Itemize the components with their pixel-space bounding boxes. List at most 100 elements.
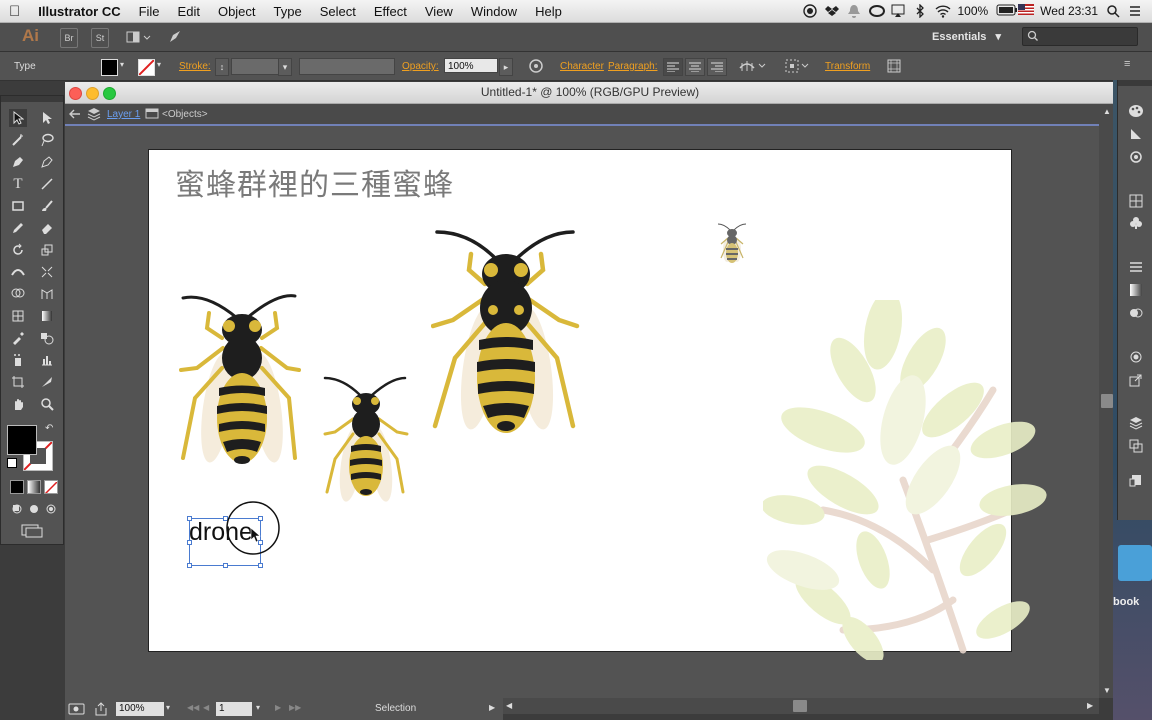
airplay-icon[interactable]	[891, 4, 905, 18]
character-link[interactable]: Character	[560, 61, 604, 72]
creative-cloud-icon[interactable]	[869, 4, 886, 18]
shape-builder-tool[interactable]	[9, 285, 27, 303]
resize-handle[interactable]	[258, 563, 263, 568]
menubar-clock[interactable]: Wed 23:31	[1040, 4, 1098, 18]
worker-bee-illustration[interactable]	[177, 288, 307, 478]
width-tool[interactable]	[9, 263, 27, 281]
first-artboard-button[interactable]: ◀◀	[187, 703, 199, 712]
swatches-panel-button[interactable]	[1127, 192, 1145, 210]
notification-center-icon[interactable]	[1128, 4, 1142, 18]
zoom-dropdown[interactable]: ▾	[166, 703, 170, 712]
lasso-tool[interactable]	[38, 131, 56, 149]
magic-wand-tool[interactable]	[9, 131, 27, 149]
color-panel-button[interactable]	[1127, 102, 1145, 120]
resize-handle[interactable]	[187, 563, 192, 568]
opacity-link[interactable]: Opacity:	[402, 61, 439, 72]
back-arrow-icon[interactable]	[68, 107, 82, 124]
zoom-window-button[interactable]	[103, 87, 116, 100]
transform-reference-button[interactable]	[784, 58, 812, 77]
menu-help[interactable]: Help	[526, 4, 571, 19]
curvature-tool[interactable]	[38, 153, 56, 171]
gradient-tool[interactable]	[38, 307, 56, 325]
gradient-panel-button[interactable]	[1127, 281, 1145, 299]
transform-link[interactable]: Transform	[825, 61, 870, 72]
vertical-scroll-thumb[interactable]	[1101, 394, 1113, 408]
chevron-down-icon[interactable]: ▾	[120, 60, 124, 69]
none-mode-button[interactable]	[44, 480, 58, 494]
stroke-weight-field[interactable]	[231, 58, 279, 75]
artboard[interactable]: 蜜蜂群裡的三種蜜蜂 drone	[148, 149, 1047, 660]
gradient-mode-button[interactable]	[27, 480, 41, 494]
menu-type[interactable]: Type	[265, 4, 311, 19]
stroke-weight-dropdown[interactable]: ▾	[278, 58, 292, 76]
spotlight-search-icon[interactable]	[1106, 4, 1120, 18]
menu-select[interactable]: Select	[311, 4, 365, 19]
apple-icon[interactable]: 	[0, 3, 29, 20]
selection-tool[interactable]	[9, 109, 27, 127]
scroll-down-arrow[interactable]: ▼	[1103, 686, 1111, 695]
us-flag-icon[interactable]	[1018, 4, 1035, 18]
dropbox-icon[interactable]	[825, 4, 840, 18]
stroke-swatch[interactable]	[138, 59, 155, 76]
pen-tool[interactable]	[9, 153, 27, 171]
breadcrumb-layer[interactable]: Layer 1	[107, 109, 140, 120]
links-panel-button[interactable]	[1127, 472, 1145, 490]
battery-icon[interactable]	[996, 4, 1018, 18]
next-artboard-button[interactable]: ▶	[275, 703, 281, 712]
queen-bee-illustration[interactable]	[431, 228, 581, 448]
blend-tool[interactable]	[38, 329, 56, 347]
artboard-title-text[interactable]: 蜜蜂群裡的三種蜜蜂	[175, 160, 454, 204]
paintbrush-tool[interactable]	[38, 197, 56, 215]
tools-panel-grip[interactable]	[1, 96, 63, 102]
menu-window[interactable]: Window	[462, 4, 526, 19]
artboard-number-field[interactable]: 1	[216, 702, 252, 716]
gpu-performance-button[interactable]	[166, 28, 184, 46]
type-tool[interactable]: T	[9, 175, 27, 193]
artboard-dropdown[interactable]: ▾	[256, 703, 260, 712]
wifi-icon[interactable]	[935, 4, 951, 18]
stroke-panel-button[interactable]	[1127, 258, 1145, 276]
dock-app-tile[interactable]	[1118, 545, 1152, 581]
align-right-button[interactable]	[707, 58, 727, 76]
align-center-button[interactable]	[685, 58, 705, 76]
fill-swatch[interactable]	[101, 59, 118, 76]
opacity-slider-toggle[interactable]: ▸	[499, 58, 513, 76]
asset-export-button[interactable]	[1127, 371, 1145, 389]
rectangle-tool[interactable]	[9, 197, 27, 215]
scale-tool[interactable]	[38, 241, 56, 259]
horizontal-scroll-thumb[interactable]	[793, 700, 807, 712]
minimize-window-button[interactable]	[86, 87, 99, 100]
workspace-switcher[interactable]: Essentials ▾	[932, 30, 1001, 43]
align-left-button[interactable]	[663, 58, 683, 76]
eyedropper-tool[interactable]	[9, 329, 27, 347]
baby-bee-illustration[interactable]	[321, 374, 411, 504]
color-guide-button[interactable]	[1127, 125, 1145, 143]
share-icon[interactable]	[94, 702, 108, 719]
menu-file[interactable]: File	[130, 4, 169, 19]
symbols-panel-button[interactable]	[1127, 214, 1145, 232]
mesh-tool[interactable]	[9, 307, 27, 325]
default-colors-icon[interactable]	[7, 458, 17, 468]
previous-artboard-button[interactable]: ◀	[203, 703, 209, 712]
resize-handle[interactable]	[223, 563, 228, 568]
zoom-tool[interactable]	[38, 395, 56, 413]
paragraph-link[interactable]: Paragraph:	[608, 61, 657, 72]
record-icon[interactable]	[803, 4, 818, 18]
direct-selection-tool[interactable]	[38, 109, 56, 127]
eraser-tool[interactable]	[38, 219, 56, 237]
graphic-styles-button[interactable]	[1127, 348, 1145, 366]
gpu-status-icon[interactable]	[68, 702, 86, 719]
artboards-panel-button[interactable]	[1127, 437, 1145, 455]
draw-normal-button[interactable]	[10, 502, 24, 520]
free-transform-tool[interactable]	[38, 263, 56, 281]
swap-colors-icon[interactable]: ↶	[45, 423, 53, 434]
horizontal-scrollbar[interactable]: ◀ ▶	[503, 698, 1099, 714]
stock-button[interactable]: St	[91, 28, 109, 48]
panel-dock-grip[interactable]	[1118, 80, 1152, 86]
bluetooth-icon[interactable]	[913, 3, 927, 19]
document-titlebar[interactable]: Untitled-1* @ 100% (RGB/GPU Preview)	[65, 82, 1115, 104]
hand-tool[interactable]	[9, 395, 27, 413]
last-artboard-button[interactable]: ▶▶	[289, 703, 301, 712]
slice-tool[interactable]	[38, 373, 56, 391]
perspective-grid-tool[interactable]	[38, 285, 56, 303]
